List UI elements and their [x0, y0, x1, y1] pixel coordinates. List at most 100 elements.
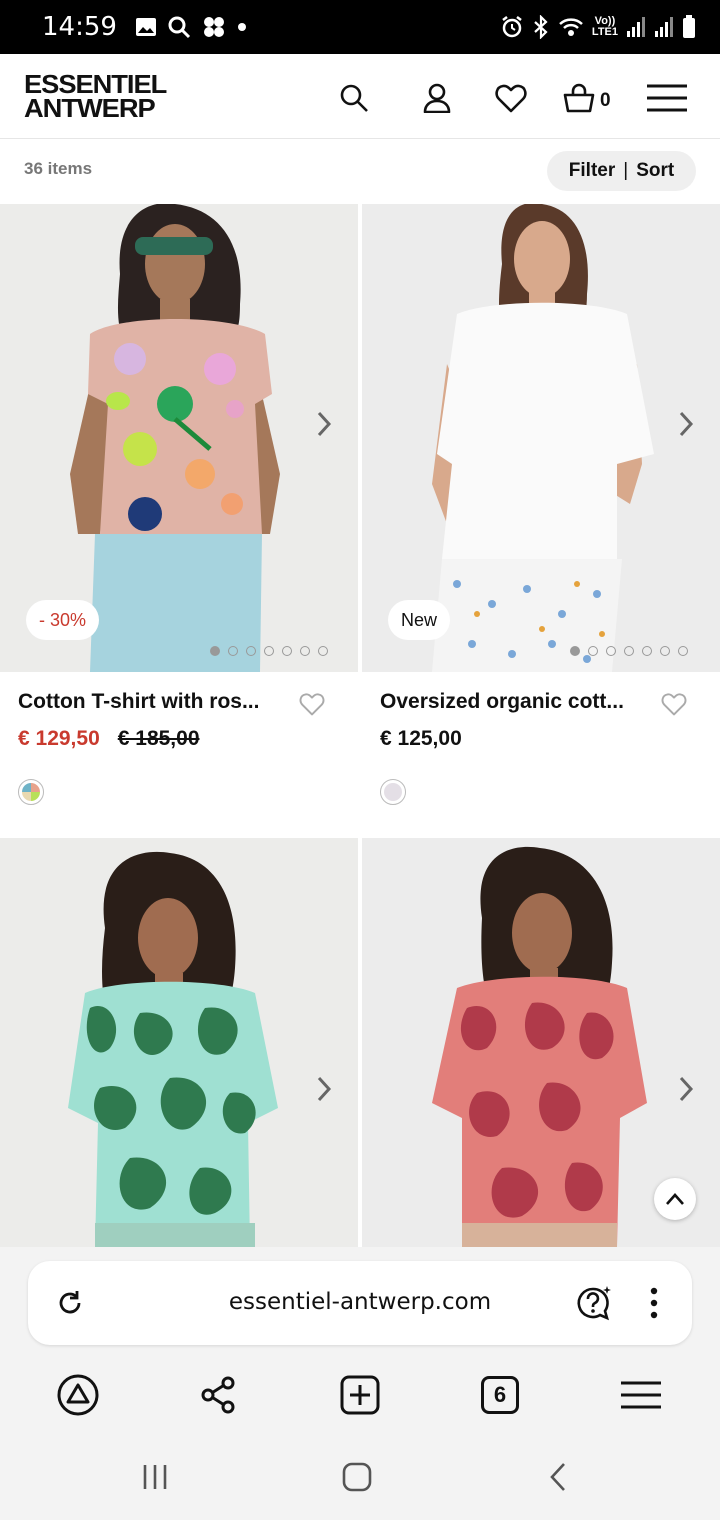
- app-cluster-icon: [203, 17, 224, 37]
- battery-icon: [683, 15, 695, 38]
- image-pagination: [570, 646, 688, 656]
- signal-icon-1: [627, 17, 645, 37]
- product-name[interactable]: Oversized organic cott...: [380, 690, 624, 714]
- share-button[interactable]: [194, 1371, 242, 1419]
- more-options-button[interactable]: [634, 1283, 674, 1323]
- hamburger-icon: [621, 1381, 661, 1409]
- home-button[interactable]: [337, 1459, 377, 1495]
- search-icon: [340, 84, 368, 112]
- pagination-dot[interactable]: [210, 646, 220, 656]
- wifi-icon: [559, 18, 583, 36]
- alarm-icon: [502, 16, 522, 38]
- network-label-bottom: LTE1: [591, 26, 618, 38]
- pagination-dot[interactable]: [678, 646, 688, 656]
- search-status-icon: [168, 16, 190, 39]
- menu-button[interactable]: [644, 78, 690, 118]
- wishlist-button[interactable]: [491, 78, 531, 118]
- cart-count: 0: [600, 90, 611, 111]
- browser-menu-button[interactable]: [617, 1371, 665, 1419]
- browser-home-button[interactable]: [54, 1371, 102, 1419]
- pagination-dot[interactable]: [642, 646, 652, 656]
- tabs-button[interactable]: 6: [476, 1371, 524, 1419]
- image-pagination: [210, 646, 328, 656]
- image-next-icon[interactable]: [312, 1074, 336, 1104]
- more-vertical-icon: [650, 1287, 658, 1319]
- shopping-basket-icon: [563, 83, 595, 113]
- back-button[interactable]: [538, 1459, 578, 1495]
- recent-apps-icon: [143, 1465, 167, 1489]
- home-square-icon: [342, 1462, 372, 1492]
- assistant-button[interactable]: [574, 1283, 614, 1323]
- status-time: 14:59: [42, 12, 117, 42]
- price-row: € 129,50 € 185,00: [18, 727, 200, 751]
- pagination-dot[interactable]: [606, 646, 616, 656]
- hamburger-icon: [647, 84, 687, 112]
- product-card[interactable]: New Oversized organic cott... € 125,00: [362, 204, 720, 838]
- sale-price: € 129,50: [18, 727, 100, 750]
- color-swatch[interactable]: [380, 779, 406, 805]
- wishlist-heart-icon[interactable]: [661, 692, 687, 716]
- price-row: € 125,00: [380, 727, 462, 751]
- product-card[interactable]: - 30% Cotton T-shirt with ros... € 129,5…: [0, 204, 358, 838]
- new-tab-button[interactable]: [336, 1371, 384, 1419]
- recent-apps-button[interactable]: [135, 1459, 175, 1495]
- heart-icon: [495, 84, 527, 113]
- site-logo[interactable]: ESSENTIEL ANTWERP: [24, 71, 167, 123]
- address-bar[interactable]: essentiel-antwerp.com: [28, 1261, 692, 1345]
- listing-toolbar: 36 items Filter | Sort: [0, 139, 720, 204]
- share-icon: [201, 1376, 235, 1414]
- pagination-dot[interactable]: [570, 646, 580, 656]
- pagination-dot[interactable]: [282, 646, 292, 656]
- status-bar: 14:59 Vo)) LTE1: [0, 0, 720, 54]
- color-swatch-fill: [22, 783, 40, 801]
- product-name[interactable]: Cotton T-shirt with ros...: [18, 690, 259, 714]
- gallery-icon: [135, 18, 156, 36]
- product-image[interactable]: New: [362, 204, 720, 672]
- plus-square-icon: [340, 1375, 380, 1415]
- chevron-up-icon: [666, 1193, 684, 1205]
- signal-icon-2: [655, 17, 673, 37]
- network-label: Vo)) LTE1: [592, 16, 618, 38]
- pagination-dot[interactable]: [588, 646, 598, 656]
- bluetooth-icon: [534, 15, 548, 39]
- pagination-dot[interactable]: [624, 646, 634, 656]
- site-header: ESSENTIEL ANTWERP 0: [0, 54, 720, 139]
- product-image[interactable]: [0, 838, 358, 1247]
- color-swatch-fill: [384, 783, 402, 801]
- price: € 125,00: [380, 727, 462, 750]
- image-next-icon[interactable]: [674, 1074, 698, 1104]
- product-image[interactable]: - 30%: [0, 204, 358, 672]
- notification-dot-icon: [237, 23, 246, 31]
- pagination-dot[interactable]: [660, 646, 670, 656]
- image-next-icon[interactable]: [674, 409, 698, 439]
- discount-badge: - 30%: [26, 600, 100, 640]
- filter-label[interactable]: Filter: [569, 160, 615, 182]
- pagination-dot[interactable]: [246, 646, 256, 656]
- search-button[interactable]: [334, 78, 374, 118]
- back-chevron-icon: [550, 1463, 565, 1491]
- browser-chrome: essentiel-antwerp.com 6: [0, 1247, 720, 1520]
- filter-sort-button[interactable]: Filter | Sort: [547, 151, 696, 191]
- ai-question-icon: [577, 1286, 611, 1321]
- item-count: 36 items: [24, 159, 93, 178]
- wishlist-heart-icon[interactable]: [299, 692, 325, 716]
- alice-assistant-icon: [57, 1374, 99, 1416]
- pagination-dot[interactable]: [228, 646, 238, 656]
- account-button[interactable]: [417, 78, 457, 118]
- scroll-to-top-button[interactable]: [654, 1178, 696, 1220]
- filter-sort-separator: |: [623, 160, 629, 181]
- pagination-dot[interactable]: [318, 646, 328, 656]
- pagination-dot[interactable]: [264, 646, 274, 656]
- original-price: € 185,00: [117, 727, 200, 750]
- cart-button[interactable]: [559, 78, 599, 118]
- image-next-icon[interactable]: [312, 409, 336, 439]
- user-icon: [423, 83, 451, 113]
- product-card[interactable]: [0, 838, 358, 1247]
- new-badge: New: [388, 600, 451, 640]
- logo-line-2: ANTWERP: [24, 93, 156, 123]
- pagination-dot[interactable]: [300, 646, 310, 656]
- product-photo: [0, 838, 358, 1247]
- sort-label[interactable]: Sort: [636, 160, 674, 182]
- color-swatch[interactable]: [18, 779, 44, 805]
- tabs-count: 6: [481, 1376, 519, 1414]
